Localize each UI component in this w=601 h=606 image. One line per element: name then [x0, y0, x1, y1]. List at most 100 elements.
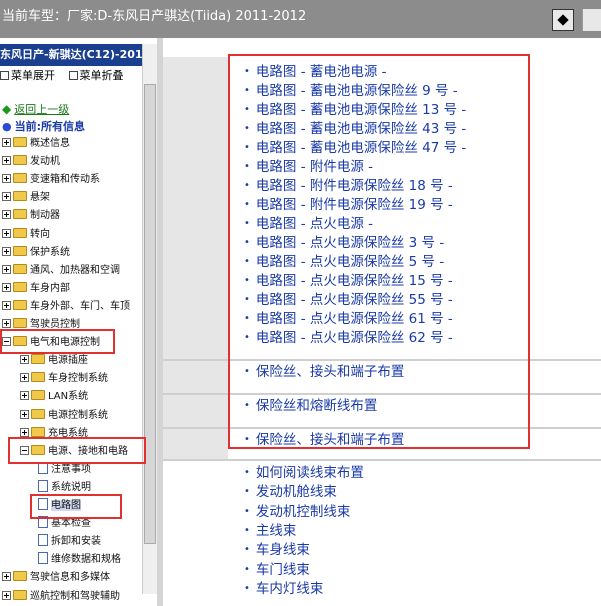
expand-icon[interactable] — [2, 572, 11, 582]
circuit-link[interactable]: • 电路图 - 蓄电池电源保险丝 13 号 - — [244, 98, 466, 118]
tree-item[interactable]: 转向 — [2, 226, 50, 244]
expand-all-button[interactable]: 菜单展开 — [0, 66, 55, 86]
expand-icon[interactable] — [2, 156, 11, 166]
expand-icon[interactable] — [20, 355, 29, 365]
tree-item[interactable]: 电源插座 — [20, 352, 88, 370]
tree-item[interactable]: 通风、加热器和空调 — [2, 262, 120, 280]
folder-icon — [31, 444, 45, 455]
circuit-link[interactable]: • 电路图 - 蓄电池电源 - — [244, 60, 387, 80]
menu-icon — [0, 71, 9, 80]
expand-icon[interactable] — [2, 138, 11, 147]
expand-icon[interactable] — [20, 373, 29, 383]
tree-item-label: 转向 — [30, 228, 50, 240]
circuit-link[interactable]: • 电路图 - 点火电源保险丝 61 号 - — [244, 307, 453, 327]
expand-icon[interactable] — [2, 282, 11, 292]
back-arrow-icon: ◆ — [2, 102, 12, 116]
circuit-link[interactable]: • 保险丝、接头和端子布置 — [244, 428, 404, 448]
scrollbar-thumb[interactable] — [144, 84, 156, 544]
info-icon: ● — [2, 120, 12, 133]
tree-item[interactable]: 维修数据和规格 — [38, 551, 121, 569]
expand-icon[interactable] — [2, 192, 11, 202]
tree-item[interactable]: 电源、接地和电路 — [20, 443, 128, 461]
bullet-icon: • — [244, 486, 250, 498]
tree-item[interactable]: 车身外部、车门、车顶 — [2, 298, 130, 316]
link-label: 保险丝和熔断线布置 — [255, 398, 378, 414]
tree-item[interactable]: 拆卸和安装 — [38, 533, 101, 551]
expand-icon[interactable] — [2, 319, 11, 328]
bullet-icon: • — [244, 66, 250, 77]
tree-item[interactable]: 充电系统 — [20, 425, 88, 443]
tree-item[interactable]: 巡航控制和驾驶辅助 — [2, 588, 120, 606]
tree-item[interactable]: 制动器 — [2, 207, 60, 225]
tree-item[interactable]: 系统说明 — [38, 479, 91, 497]
collapse-icon[interactable] — [20, 445, 29, 455]
tree-item[interactable]: 变速箱和传动系 — [2, 171, 100, 189]
link-label: 电路图 - 蓄电池电源保险丝 43 号 - — [255, 121, 467, 137]
tree-item[interactable]: 悬架 — [2, 189, 50, 207]
tree-item[interactable]: 车身控制系统 — [20, 370, 108, 388]
folder-icon — [13, 209, 27, 220]
circuit-link[interactable]: • 电路图 - 点火电源 - — [244, 212, 373, 232]
expand-icon[interactable] — [2, 246, 11, 256]
circuit-link[interactable]: • 电路图 - 点火电源保险丝 3 号 - — [244, 231, 444, 251]
circuit-link[interactable]: • 电路图 - 点火电源保险丝 55 号 - — [244, 288, 453, 308]
group-cell — [163, 57, 228, 359]
expand-icon[interactable] — [2, 228, 11, 238]
folder-icon — [13, 137, 27, 147]
tree-item[interactable]: 电源控制系统 — [20, 407, 108, 425]
left-scrollbar[interactable] — [142, 44, 157, 594]
tree-item[interactable]: 保护系统 — [2, 244, 70, 262]
tree-item-label: 驾驶信息和多媒体 — [30, 572, 110, 584]
tree-item[interactable]: 驾驶员控制 — [2, 316, 80, 334]
expand-icon[interactable] — [20, 391, 29, 401]
link-label: 保险丝、接头和端子布置 — [255, 432, 405, 448]
expand-icon[interactable] — [20, 409, 29, 419]
tree-item[interactable]: LAN系统 — [20, 388, 88, 406]
tree-item-label: 电气和电源控制 — [30, 337, 100, 349]
collapse-icon[interactable] — [2, 337, 11, 347]
tree-item[interactable]: 车身内部 — [2, 280, 70, 298]
circuit-link[interactable]: • 车内灯线束 — [244, 577, 323, 597]
circuit-link[interactable]: • 电路图 - 附件电源保险丝 18 号 - — [244, 174, 453, 194]
expand-icon[interactable] — [2, 174, 11, 184]
circuit-link[interactable]: • 电路图 - 点火电源保险丝 15 号 - — [244, 269, 453, 289]
circuit-link[interactable]: • 保险丝和熔断线布置 — [244, 394, 377, 414]
tree-item[interactable]: 发动机 — [2, 153, 60, 171]
circuit-link[interactable]: • 发动机控制线束 — [244, 500, 350, 520]
document-icon — [38, 461, 48, 474]
expand-icon[interactable] — [2, 590, 11, 600]
expand-icon[interactable] — [2, 264, 11, 274]
circuit-link[interactable]: • 电路图 - 蓄电池电源保险丝 43 号 - — [244, 117, 466, 137]
header-scroll-button[interactable] — [582, 9, 601, 31]
circuit-link[interactable]: • 电路图 - 附件电源保险丝 19 号 - — [244, 193, 453, 213]
expand-icon[interactable] — [2, 300, 11, 310]
expand-icon[interactable] — [2, 210, 11, 220]
tree-item[interactable]: 电路图 — [38, 497, 81, 515]
tree-item-label: 注意事项 — [51, 463, 91, 475]
collapse-all-button[interactable]: 菜单折叠 — [68, 66, 124, 86]
tree-item[interactable]: 概述信息 — [2, 135, 70, 153]
link-label: 电路图 - 蓄电池电源 - — [255, 64, 387, 80]
tree-item[interactable]: 基本检查 — [38, 515, 91, 533]
link-label: 电路图 - 点火电源保险丝 15 号 - — [255, 273, 453, 289]
tree-item[interactable]: 驾驶信息和多媒体 — [2, 569, 110, 587]
circuit-link[interactable]: • 车门线束 — [244, 558, 310, 578]
tree-item-label: 驾驶员控制 — [30, 319, 80, 330]
expand-icon[interactable] — [20, 427, 29, 437]
circuit-link[interactable]: • 车身线束 — [244, 538, 310, 558]
circuit-link[interactable]: • 主线束 — [244, 519, 296, 539]
row-separator — [163, 459, 601, 461]
toggle-panel-button[interactable] — [552, 9, 574, 31]
circuit-link[interactable]: • 电路图 - 蓄电池电源保险丝 47 号 - — [244, 136, 466, 156]
circuit-link[interactable]: • 电路图 - 点火电源保险丝 5 号 - — [244, 250, 444, 270]
circuit-link[interactable]: • 如何阅读线束布置 — [244, 461, 364, 481]
back-link[interactable]: ◆ 返回上一级 — [2, 100, 69, 118]
tree-item[interactable]: 电气和电源控制 — [2, 334, 100, 352]
tree-item-label: 车身内部 — [30, 282, 70, 294]
circuit-link[interactable]: • 发动机舱线束 — [244, 480, 337, 500]
circuit-link[interactable]: • 电路图 - 附件电源 - — [244, 155, 373, 175]
tree-item[interactable]: 注意事项 — [38, 461, 91, 479]
circuit-link[interactable]: • 保险丝、接头和端子布置 — [244, 360, 404, 380]
circuit-link[interactable]: • 电路图 - 点火电源保险丝 62 号 - — [244, 326, 453, 346]
circuit-link[interactable]: • 电路图 - 蓄电池电源保险丝 9 号 - — [244, 79, 458, 99]
